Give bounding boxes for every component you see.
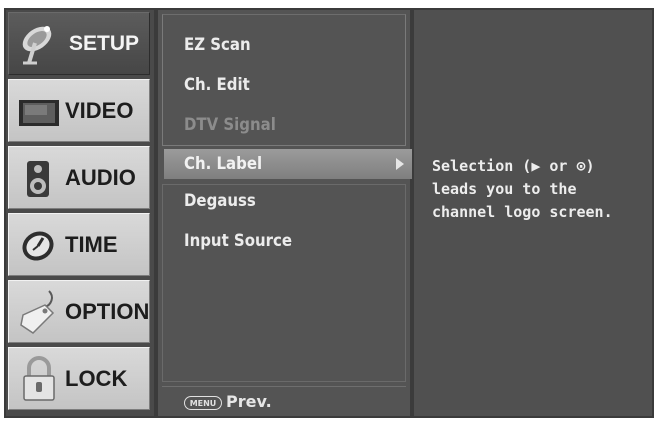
category-option[interactable]: OPTION [8,280,150,343]
menu-key-icon: MENU [184,395,222,410]
category-lock[interactable]: LOCK [8,347,150,410]
category-column: SETUP VIDEO AUDIO TIME OPTION LOCK [6,10,154,416]
divider [162,386,406,387]
setup-menu-list: EZ Scan Ch. Edit DTV Signal Ch. Label De… [158,10,412,416]
tv-setup-menu: SETUP VIDEO AUDIO TIME OPTION LOCK EZ Sc… [4,8,654,418]
help-text: Selection (▶ or ⊙) leads you to the chan… [432,155,647,224]
help-line: channel logo screen. [432,203,613,221]
help-line: leads you to the [432,180,577,198]
menu-item-ch-label[interactable]: Ch. Label [164,149,412,179]
prev-button[interactable]: MENU Prev. [184,390,272,414]
monitor-icon [19,100,59,126]
category-setup[interactable]: SETUP [8,12,150,75]
padlock-icon [23,356,55,401]
category-label: VIDEO [65,98,134,123]
menu-item-ch-edit[interactable]: Ch. Edit [184,68,250,102]
category-label: TIME [65,232,118,257]
category-label: SETUP [69,32,140,55]
arrow-right-icon [396,158,404,170]
category-label: OPTION [65,299,150,324]
menu-item-input-source[interactable]: Input Source [184,224,292,258]
category-label: LOCK [65,366,128,391]
prev-label: Prev. [226,392,272,411]
category-video[interactable]: VIDEO [8,79,150,142]
satellite-dish-icon [22,26,52,65]
category-label: AUDIO [65,165,136,190]
speaker-icon [27,161,49,197]
menu-item-dtv-signal: DTV Signal [184,115,276,135]
category-time[interactable]: TIME [8,213,150,276]
help-panel: Selection (▶ or ⊙) leads you to the chan… [414,10,652,416]
tag-icon [20,290,55,334]
menu-item-label: Ch. Label [184,154,263,174]
category-audio[interactable]: AUDIO [8,146,150,209]
help-line: Selection (▶ or ⊙) [432,157,595,175]
menu-item-ez-scan[interactable]: EZ Scan [184,28,251,62]
menu-item-degauss[interactable]: Degauss [184,184,256,218]
clock-icon [22,231,54,261]
